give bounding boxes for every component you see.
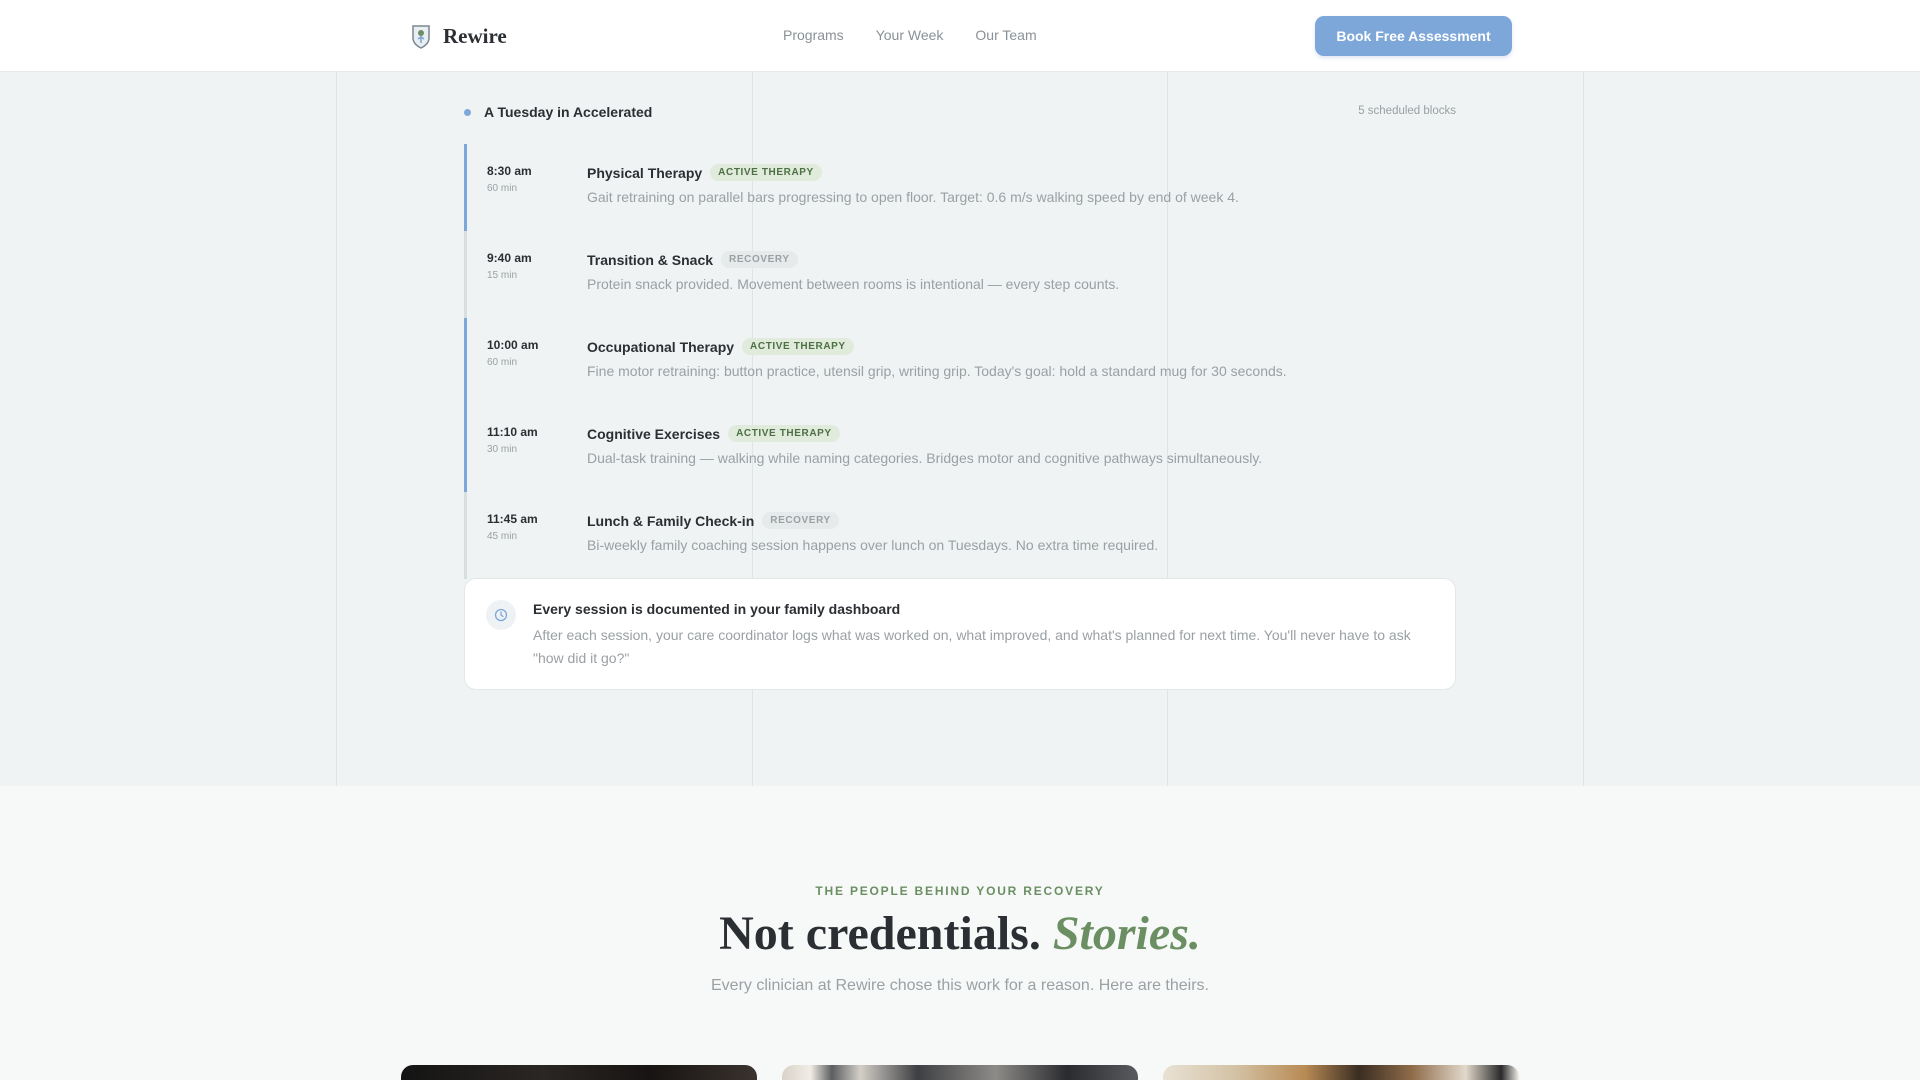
team-section: THE PEOPLE BEHIND YOUR RECOVERY Not cred… <box>0 786 1920 1080</box>
schedule-header: A Tuesday in Accelerated 5 scheduled blo… <box>464 102 1456 122</box>
team-eyebrow: THE PEOPLE BEHIND YOUR RECOVERY <box>815 884 1105 898</box>
block-duration: 30 min <box>487 444 518 455</box>
book-assessment-button[interactable]: Book Free Assessment <box>1315 16 1512 56</box>
team-title-main: Not credentials. <box>719 907 1041 960</box>
schedule-block[interactable]: 8:30 am 60 min Physical Therapy ACTIVE T… <box>464 144 1456 231</box>
block-title-row: Lunch & Family Check-in RECOVERY <box>587 512 839 529</box>
nav-link-our-team[interactable]: Our Team <box>975 27 1036 43</box>
tag-badge: ACTIVE THERAPY <box>742 338 854 355</box>
status-dot-icon <box>464 109 471 116</box>
grid-line <box>336 72 337 786</box>
block-duration: 60 min <box>487 357 518 368</box>
block-title: Transition & Snack <box>587 251 714 268</box>
block-title-row: Cognitive Exercises ACTIVE THERAPY <box>587 425 840 442</box>
tag-badge: ACTIVE THERAPY <box>728 425 840 442</box>
tag-badge: ACTIVE THERAPY <box>710 164 822 181</box>
tag-badge: RECOVERY <box>721 251 798 268</box>
schedule-timeline: 8:30 am 60 min Physical Therapy ACTIVE T… <box>464 144 1456 579</box>
block-duration: 15 min <box>487 270 518 281</box>
block-duration: 45 min <box>487 531 518 542</box>
block-time: 11:10 am <box>487 425 538 439</box>
nav-link-programs[interactable]: Programs <box>783 27 844 43</box>
schedule-title: A Tuesday in Accelerated <box>484 104 653 120</box>
block-time: 11:45 am <box>487 512 538 526</box>
clock-icon <box>486 600 516 630</box>
team-subtitle: Every clinician at Rewire chose this wor… <box>711 977 1209 994</box>
block-time: 10:00 am <box>487 338 539 352</box>
schedule-block[interactable]: 10:00 am 60 min Occupational Therapy ACT… <box>464 318 1456 405</box>
block-title-row: Transition & Snack RECOVERY <box>587 251 798 268</box>
tag-badge: RECOVERY <box>762 512 839 529</box>
block-description: Fine motor retraining: button practice, … <box>587 363 1287 379</box>
block-title: Cognitive Exercises <box>587 425 721 442</box>
block-description: Bi-weekly family coaching session happen… <box>587 537 1159 553</box>
block-title: Occupational Therapy <box>587 338 735 355</box>
block-description: Protein snack provided. Movement between… <box>587 276 1120 292</box>
brand-logo-icon <box>412 25 430 49</box>
clinician-photo[interactable] <box>1163 1065 1519 1080</box>
grid-line <box>1583 72 1584 786</box>
nav-link-your-week[interactable]: Your Week <box>876 27 944 43</box>
block-time: 8:30 am <box>487 164 532 178</box>
schedule-block[interactable]: 11:10 am 30 min Cognitive Exercises ACTI… <box>464 405 1456 492</box>
team-title: Not credentials. Stories. <box>0 906 1920 961</box>
block-description: Gait retraining on parallel bars progres… <box>587 189 1239 205</box>
block-time: 9:40 am <box>487 251 532 265</box>
doc-card-text: After each session, your care coordinato… <box>533 627 1411 666</box>
clinician-photo[interactable] <box>401 1065 757 1080</box>
top-nav: Rewire Programs Your Week Our Team Book … <box>0 0 1920 72</box>
doc-card-title: Every session is documented in your fami… <box>533 601 901 617</box>
scheduled-count: 5 scheduled blocks <box>1358 105 1456 117</box>
block-title-row: Occupational Therapy ACTIVE THERAPY <box>587 338 854 355</box>
block-title: Lunch & Family Check-in <box>587 512 755 529</box>
schedule-section: A Tuesday in Accelerated 5 scheduled blo… <box>0 72 1920 786</box>
nav-links: Programs Your Week Our Team <box>783 27 1037 43</box>
block-description: Dual-task training — walking while namin… <box>587 450 1263 466</box>
brand-name: Rewire <box>443 23 507 48</box>
schedule-block[interactable]: 11:45 am 45 min Lunch & Family Check-in … <box>464 492 1456 579</box>
documentation-card: Every session is documented in your fami… <box>464 578 1456 690</box>
block-title-row: Physical Therapy ACTIVE THERAPY <box>587 164 822 181</box>
team-title-accent: Stories. <box>1052 907 1201 960</box>
clinician-photo[interactable] <box>782 1065 1138 1080</box>
schedule-block[interactable]: 9:40 am 15 min Transition & Snack RECOVE… <box>464 231 1456 318</box>
brand[interactable]: Rewire <box>411 23 507 49</box>
block-title: Physical Therapy <box>587 164 703 181</box>
block-duration: 60 min <box>487 183 518 194</box>
